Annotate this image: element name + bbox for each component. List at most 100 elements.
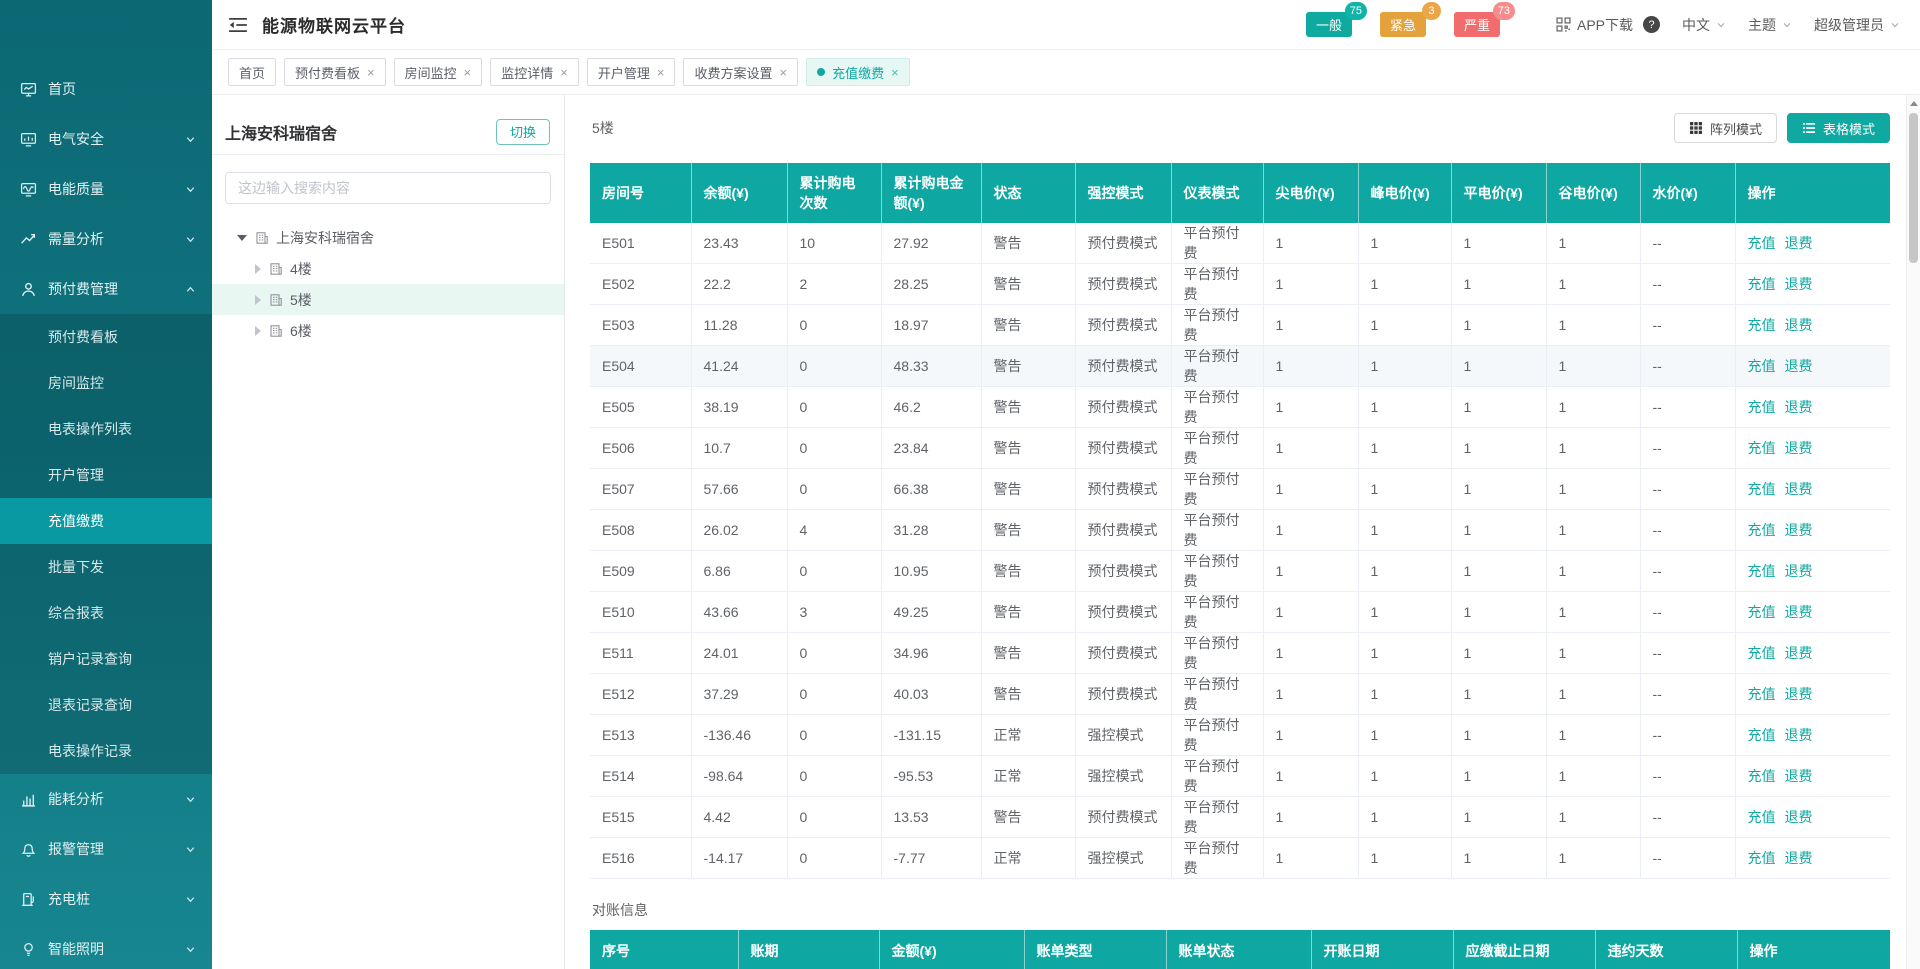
refund-link[interactable]: 退费 bbox=[1785, 727, 1813, 743]
refund-link[interactable]: 退费 bbox=[1785, 317, 1813, 333]
sidebar-item[interactable]: 需量分析 bbox=[0, 214, 212, 264]
table-cell: -- bbox=[1640, 305, 1735, 346]
grid-mode-button[interactable]: 阵列模式 bbox=[1674, 113, 1777, 143]
sidebar-subitem[interactable]: 综合报表 bbox=[0, 590, 212, 636]
tab-收费方案设置[interactable]: 收费方案设置× bbox=[683, 58, 798, 86]
tab-监控详情[interactable]: 监控详情× bbox=[490, 58, 579, 86]
refund-link[interactable]: 退费 bbox=[1785, 563, 1813, 579]
recharge-link[interactable]: 充值 bbox=[1748, 522, 1776, 538]
tab-close-icon[interactable]: × bbox=[560, 66, 568, 79]
recharge-link[interactable]: 充值 bbox=[1748, 809, 1776, 825]
refund-link[interactable]: 退费 bbox=[1785, 522, 1813, 538]
caret-down-icon[interactable] bbox=[237, 235, 247, 241]
tab-label: 首页 bbox=[239, 63, 265, 82]
switch-building-button[interactable]: 切换 bbox=[496, 119, 550, 145]
sidebar-item[interactable]: 预付费管理 bbox=[0, 264, 212, 314]
user-dropdown[interactable]: 超级管理员 bbox=[1814, 15, 1900, 35]
recharge-link[interactable]: 充值 bbox=[1748, 850, 1776, 866]
tab-预付费看板[interactable]: 预付费看板× bbox=[284, 58, 386, 86]
tab-首页[interactable]: 首页 bbox=[228, 58, 276, 86]
recharge-link[interactable]: 充值 bbox=[1748, 276, 1776, 292]
theme-dropdown[interactable]: 主题 bbox=[1748, 15, 1792, 35]
sidebar-item[interactable]: 首页 bbox=[0, 64, 212, 114]
refund-link[interactable]: 退费 bbox=[1785, 358, 1813, 374]
table-cell-actions: 充值退费 bbox=[1735, 797, 1890, 838]
tree-node-6楼[interactable]: 6楼 bbox=[212, 315, 564, 346]
language-dropdown[interactable]: 中文 bbox=[1682, 15, 1726, 35]
table-mode-button[interactable]: 表格模式 bbox=[1787, 113, 1890, 143]
sidebar-subitem[interactable]: 电表操作列表 bbox=[0, 406, 212, 452]
recharge-link[interactable]: 充值 bbox=[1748, 481, 1776, 497]
search-input[interactable] bbox=[225, 172, 551, 204]
caret-right-icon[interactable] bbox=[255, 295, 261, 305]
recharge-link[interactable]: 充值 bbox=[1748, 686, 1776, 702]
sidebar-item[interactable]: 能耗分析 bbox=[0, 774, 212, 824]
tab-close-icon[interactable]: × bbox=[657, 66, 665, 79]
refund-link[interactable]: 退费 bbox=[1785, 809, 1813, 825]
recharge-link[interactable]: 充值 bbox=[1748, 358, 1776, 374]
tree-node-上海安科瑞宿舍[interactable]: 上海安科瑞宿舍 bbox=[212, 222, 564, 253]
tab-close-icon[interactable]: × bbox=[367, 66, 375, 79]
collapse-menu-icon[interactable] bbox=[228, 16, 248, 34]
tab-close-icon[interactable]: × bbox=[891, 66, 899, 79]
refund-link[interactable]: 退费 bbox=[1785, 768, 1813, 784]
app-download-button[interactable]: APP下载 bbox=[1556, 15, 1633, 35]
caret-right-icon[interactable] bbox=[255, 326, 261, 336]
recharge-link[interactable]: 充值 bbox=[1748, 645, 1776, 661]
table-cell: 1 bbox=[1451, 592, 1546, 633]
sidebar-subitem[interactable]: 预付费看板 bbox=[0, 314, 212, 360]
tab-close-icon[interactable]: × bbox=[779, 66, 787, 79]
recharge-link[interactable]: 充值 bbox=[1748, 440, 1776, 456]
caret-right-icon[interactable] bbox=[255, 264, 261, 274]
refund-link[interactable]: 退费 bbox=[1785, 645, 1813, 661]
sidebar-item[interactable]: 充电桩 bbox=[0, 874, 212, 924]
table-cell: 预付费模式 bbox=[1075, 551, 1171, 592]
table-cell: 1 bbox=[1546, 387, 1640, 428]
recharge-link[interactable]: 充值 bbox=[1748, 235, 1776, 251]
sidebar-item[interactable]: 报警管理 bbox=[0, 824, 212, 874]
sidebar-subitem[interactable]: 退表记录查询 bbox=[0, 682, 212, 728]
sidebar-item[interactable]: 电能质量 bbox=[0, 164, 212, 214]
table-cell: 18.97 bbox=[881, 305, 981, 346]
refund-link[interactable]: 退费 bbox=[1785, 686, 1813, 702]
refund-link[interactable]: 退费 bbox=[1785, 399, 1813, 415]
tab-充值缴费[interactable]: 充值缴费× bbox=[806, 58, 910, 86]
sidebar-item[interactable]: 电气安全 bbox=[0, 114, 212, 164]
refund-link[interactable]: 退费 bbox=[1785, 276, 1813, 292]
sidebar-subitem[interactable]: 开户管理 bbox=[0, 452, 212, 498]
tree-node-5楼[interactable]: 5楼 bbox=[212, 284, 564, 315]
tab-close-icon[interactable]: × bbox=[464, 66, 472, 79]
sidebar-subitem[interactable]: 销户记录查询 bbox=[0, 636, 212, 682]
recharge-link[interactable]: 充值 bbox=[1748, 604, 1776, 620]
table-cell: 1 bbox=[1263, 387, 1358, 428]
alarm-badge[interactable]: 严重73 bbox=[1454, 12, 1500, 37]
table-cell: 1 bbox=[1358, 551, 1451, 592]
recharge-link[interactable]: 充值 bbox=[1748, 399, 1776, 415]
refund-link[interactable]: 退费 bbox=[1785, 850, 1813, 866]
alarm-badge[interactable]: 一般75 bbox=[1306, 12, 1352, 37]
tab-房间监控[interactable]: 房间监控× bbox=[394, 58, 483, 86]
sidebar-subitem[interactable]: 房间监控 bbox=[0, 360, 212, 406]
table-cell: 0 bbox=[787, 674, 881, 715]
table-cell: 0 bbox=[787, 346, 881, 387]
tree-node-4楼[interactable]: 4楼 bbox=[212, 253, 564, 284]
vertical-scrollbar[interactable] bbox=[1906, 95, 1920, 969]
sidebar-item[interactable]: 智能照明 bbox=[0, 924, 212, 969]
scroll-up-arrow[interactable] bbox=[1907, 95, 1920, 111]
refund-link[interactable]: 退费 bbox=[1785, 235, 1813, 251]
recharge-link[interactable]: 充值 bbox=[1748, 563, 1776, 579]
sidebar-subitem[interactable]: 批量下发 bbox=[0, 544, 212, 590]
refund-link[interactable]: 退费 bbox=[1785, 481, 1813, 497]
scrollbar-thumb[interactable] bbox=[1909, 113, 1918, 263]
sidebar-subitem[interactable]: 电表操作记录 bbox=[0, 728, 212, 774]
tab-开户管理[interactable]: 开户管理× bbox=[587, 58, 676, 86]
sidebar-subitem[interactable]: 充值缴费 bbox=[0, 498, 212, 544]
help-icon[interactable]: ? bbox=[1643, 16, 1660, 33]
column-header: 操作 bbox=[1737, 930, 1890, 969]
alarm-badge[interactable]: 紧急3 bbox=[1380, 12, 1426, 37]
recharge-link[interactable]: 充值 bbox=[1748, 317, 1776, 333]
recharge-link[interactable]: 充值 bbox=[1748, 768, 1776, 784]
refund-link[interactable]: 退费 bbox=[1785, 440, 1813, 456]
recharge-link[interactable]: 充值 bbox=[1748, 727, 1776, 743]
refund-link[interactable]: 退费 bbox=[1785, 604, 1813, 620]
